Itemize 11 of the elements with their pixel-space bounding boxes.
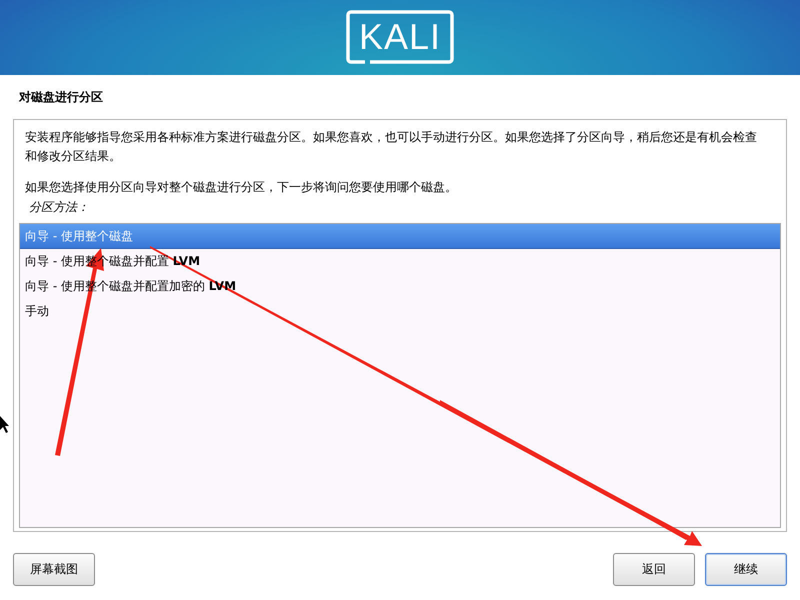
logo-frame-icon	[345, 9, 455, 65]
list-option[interactable]: 手动	[20, 299, 51, 324]
action-button[interactable]: 返回	[613, 553, 695, 586]
list-label: 分区方法：	[29, 199, 90, 215]
action-button[interactable]: 继续	[705, 553, 787, 586]
page-title: 对磁盘进行分区	[19, 89, 104, 105]
action-button[interactable]: 屏幕截图	[13, 553, 95, 586]
cursor-icon	[0, 416, 9, 433]
logo-text: KALI	[358, 20, 442, 54]
description-text: 如果您选择使用分区向导对整个磁盘进行分区，下一步将询问您要使用哪个磁盘。	[25, 179, 458, 196]
description-text: 安装程序能够指导您采用各种标准方案进行磁盘分区。如果您喜欢，也可以手动进行分区。如果您选择了分区向导，稍后您还是有机会检查和修改分区结果。	[25, 129, 758, 165]
